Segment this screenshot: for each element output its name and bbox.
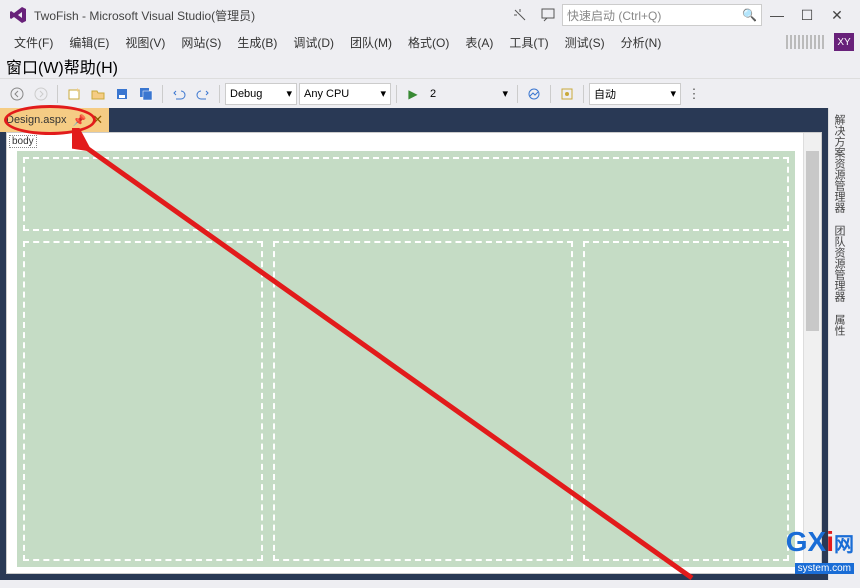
layout-cell[interactable] [23,157,789,231]
body-tag-label[interactable]: body [9,135,37,148]
toolbar-overflow-button[interactable]: ⋮ [683,83,705,105]
tab-solution-explorer[interactable]: 解决方案资源管理器 [829,108,849,219]
search-icon: 🔍 [742,8,757,22]
quick-launch-placeholder: 快速启动 (Ctrl+Q) [567,7,661,24]
scrollbar-thumb[interactable] [806,151,819,331]
vertical-scrollbar[interactable] [803,133,821,573]
menubar-row2: 窗口(W) 帮助(H) [0,54,860,78]
vs-logo-icon [8,5,28,25]
side-panel: 解决方案资源管理器 团队资源管理器 属性 [828,108,860,580]
document-tabstrip: Design.aspx 📌 ✕ [0,108,828,132]
save-button[interactable] [111,83,133,105]
window-title: TwoFish - Microsoft Visual Studio(管理员) [34,7,255,24]
new-project-button[interactable] [63,83,85,105]
layout-cell[interactable] [583,241,789,561]
chevron-down-icon: ▾ [670,87,676,100]
menu-debug[interactable]: 调试(D) [285,32,342,53]
maximize-button[interactable]: ☐ [792,5,822,25]
open-file-button[interactable] [87,83,109,105]
menu-help[interactable]: 帮助(H) [64,54,118,78]
menu-format[interactable]: 格式(O) [400,32,457,53]
layout-cell[interactable] [273,241,573,561]
signin-placeholder[interactable] [786,35,826,49]
close-button[interactable]: ✕ [822,5,852,25]
user-badge[interactable]: XY [834,33,854,51]
menu-table[interactable]: 表(A) [457,32,501,53]
pin-icon[interactable]: 📌 [73,114,87,127]
toolbar: Debug▾ Any CPU▾ ▶ 2▾ 自动▾ ⋮ [0,78,860,108]
chevron-down-icon: ▾ [502,87,508,100]
chevron-down-icon: ▾ [380,87,386,100]
titlebar: TwoFish - Microsoft Visual Studio(管理员) 快… [0,0,860,30]
chevron-down-icon: ▾ [286,87,292,100]
platform-label: Any CPU [304,88,349,100]
layout-cell[interactable] [23,241,263,561]
document-tab-label: Design.aspx [6,114,67,126]
menu-website[interactable]: 网站(S) [173,32,229,53]
auto-dropdown[interactable]: 自动 ▾ [589,83,681,105]
watermark-url: system.com [795,563,854,574]
menu-test[interactable]: 测试(S) [557,32,613,53]
menu-tools[interactable]: 工具(T) [501,32,556,53]
platform-dropdown[interactable]: Any CPU ▾ [299,83,391,105]
menubar: 文件(F) 编辑(E) 视图(V) 网站(S) 生成(B) 调试(D) 团队(M… [0,30,860,54]
config-dropdown[interactable]: Debug ▾ [225,83,297,105]
undo-button[interactable] [168,83,190,105]
minimize-button[interactable]: — [762,5,792,25]
extension-button[interactable] [556,83,578,105]
start-debug-button[interactable]: ▶ [402,83,424,105]
close-tab-icon[interactable]: ✕ [92,112,103,128]
menu-team[interactable]: 团队(M) [342,32,400,53]
run-target-dropdown[interactable]: 2▾ [426,83,512,105]
menu-window[interactable]: 窗口(W) [6,54,64,78]
menu-file[interactable]: 文件(F) [6,32,61,53]
nav-forward-button[interactable] [30,83,52,105]
run-target-label: 2 [430,88,436,100]
watermark-brand: GXi网 [786,526,854,558]
document-well: Design.aspx 📌 ✕ body [0,108,828,580]
notifications-icon[interactable] [512,7,528,23]
quick-launch-input[interactable]: 快速启动 (Ctrl+Q) 🔍 [562,4,762,26]
menu-view[interactable]: 视图(V) [117,32,173,53]
designer-surface[interactable]: body [6,132,822,574]
auto-label: 自动 [594,86,616,102]
menu-build[interactable]: 生成(B) [229,32,285,53]
watermark: GXi网 system.com [786,526,854,576]
design-canvas[interactable] [17,151,795,567]
browser-link-button[interactable] [523,83,545,105]
document-tab-design[interactable]: Design.aspx 📌 ✕ [0,108,109,132]
config-label: Debug [230,88,262,100]
save-all-button[interactable] [135,83,157,105]
menu-edit[interactable]: 编辑(E) [61,32,117,53]
redo-button[interactable] [192,83,214,105]
menu-analyze[interactable]: 分析(N) [613,32,670,53]
nav-back-button[interactable] [6,83,28,105]
feedback-icon[interactable] [540,7,556,23]
tab-properties[interactable]: 属性 [829,308,849,342]
tab-team-explorer[interactable]: 团队资源管理器 [829,219,849,308]
